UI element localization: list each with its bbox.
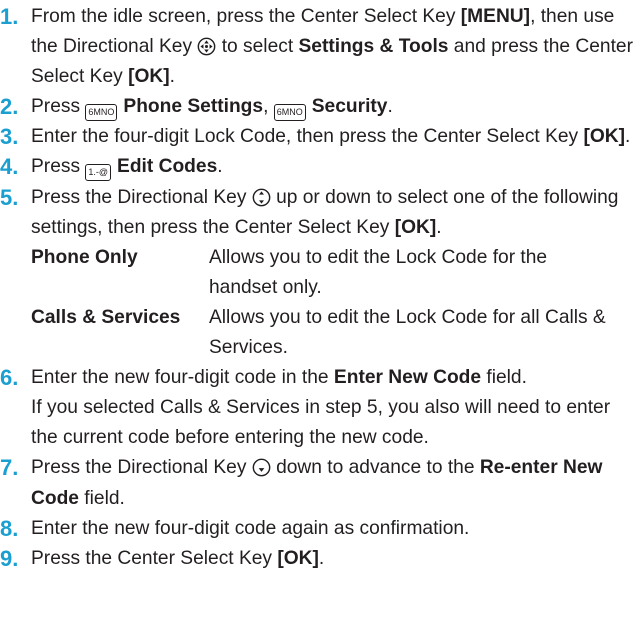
step-9: 9. Press the Center Select Key [OK]. <box>0 544 638 574</box>
option-row: Calls & Services Allows you to edit the … <box>31 303 611 363</box>
directional-key-icon <box>197 37 216 56</box>
step-3: 3. Enter the four-digit Lock Code, then … <box>0 122 638 152</box>
option-description: Allows you to edit the Lock Code for the… <box>209 246 548 298</box>
step-text: Enter the new four-digit code again as c… <box>31 517 470 539</box>
step-number: 1. <box>0 4 19 29</box>
phone-settings-label: Phone Settings <box>123 96 264 118</box>
ok-key-label: [OK] <box>128 66 170 88</box>
step-number: 8. <box>0 515 19 541</box>
step-number: 3. <box>0 124 19 150</box>
step-note: If you selected Calls & Services in step… <box>31 397 611 449</box>
option-row: Phone Only Allows you to edit the Lock C… <box>31 243 611 303</box>
option-description: Allows you to edit the Lock Code for all… <box>209 306 606 359</box>
option-name: Phone Only <box>31 246 138 268</box>
step-5: 5. Press the Directional Key up or down … <box>0 183 638 243</box>
step-number: 5. <box>0 184 19 210</box>
step-text: Press the Directional Key down to advanc… <box>31 457 603 509</box>
edit-codes-label: Edit Codes <box>117 156 218 178</box>
step-6: 6. Enter the new four-digit code in the … <box>0 363 638 453</box>
step-text: Enter the four-digit Lock Code, then pre… <box>31 126 631 148</box>
step-text: Press the Directional Key up or down to … <box>31 186 619 238</box>
keypad-key-icon: 1.-@ <box>85 164 112 182</box>
ok-key-label: [OK] <box>277 547 319 569</box>
settings-tools-label: Settings & Tools <box>298 36 449 58</box>
menu-key-label: [MENU] <box>460 6 531 27</box>
directional-key-down-icon <box>252 459 271 477</box>
instruction-list: 1. From the idle screen, press the Cente… <box>0 2 638 574</box>
step-4: 4. Press 1.-@ Edit Codes. <box>0 152 638 182</box>
enter-new-code-label: Enter New Code <box>333 367 482 389</box>
step-1: 1. From the idle screen, press the Cente… <box>0 2 638 92</box>
directional-key-up-down-icon <box>252 188 271 206</box>
step-text: Press 6MNO Phone Settings, 6MNO Security. <box>31 92 638 122</box>
step-text: Press 1.-@ Edit Codes. <box>31 152 638 182</box>
step-number: 6. <box>0 365 19 391</box>
step-7: 7. Press the Directional Key down to adv… <box>0 453 638 513</box>
ok-key-label: [OK] <box>394 216 437 238</box>
step-2: 2. Press 6MNO Phone Settings, 6MNO Securit… <box>0 92 638 122</box>
step-text: Press the Center Select Key [OK]. <box>31 547 325 569</box>
keypad-key-icon: 6MNO <box>85 104 118 122</box>
option-name: Calls & Services <box>31 306 181 328</box>
step-text: Enter the new four-digit code in the Ent… <box>31 367 611 449</box>
step-number: 2. <box>0 94 19 120</box>
security-label: Security <box>311 96 388 118</box>
keypad-key-icon: 6MNO <box>273 104 306 122</box>
step-number: 7. <box>0 455 19 481</box>
step-8: 8. Enter the new four-digit code again a… <box>0 514 638 544</box>
settings-options-table: Phone Only Allows you to edit the Lock C… <box>31 243 611 363</box>
step-number: 4. <box>0 154 19 180</box>
ok-key-label: [OK] <box>583 126 626 148</box>
step-text: From the idle screen, press the Center S… <box>31 6 633 88</box>
step-number: 9. <box>0 545 19 571</box>
